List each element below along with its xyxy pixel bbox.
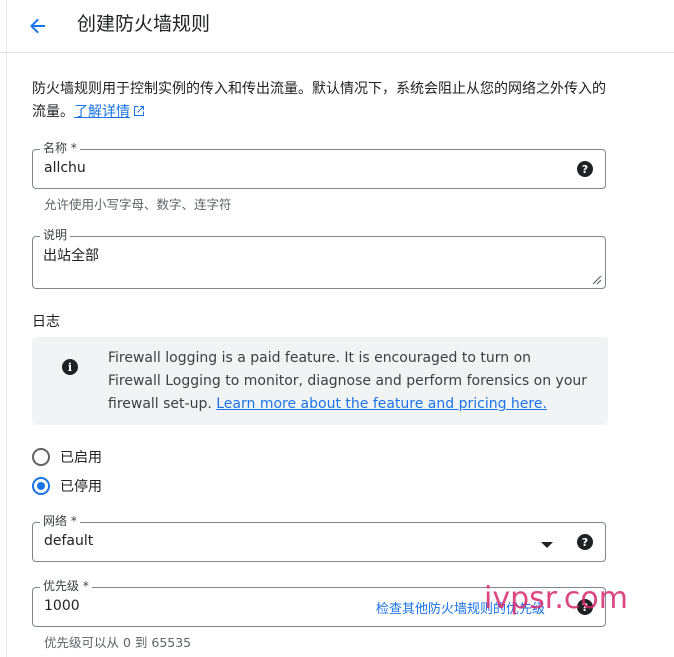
logs-heading: 日志 [32, 314, 60, 330]
learn-more-link[interactable]: 了解详情 [74, 104, 145, 120]
info-icon: i [62, 359, 78, 375]
dropdown-arrow-icon[interactable] [541, 542, 553, 548]
network-label: 网络 * [40, 513, 80, 529]
radio-checked-icon [32, 477, 50, 495]
priority-label: 优先级 * [40, 578, 92, 594]
priority-value: 1000 [44, 598, 80, 614]
logs-disabled-radio[interactable]: 已停用 [32, 476, 102, 496]
help-icon[interactable]: ? [577, 534, 593, 550]
name-label: 名称 * [40, 140, 80, 156]
back-button[interactable] [24, 12, 52, 40]
intro-text: 防火墙规则用于控制实例的传入和传出流量。默认情况下，系统会阻止从您的网络之外传入… [32, 78, 612, 124]
learn-more-label: 了解详情 [74, 104, 130, 120]
logging-info-text: Firewall logging is a paid feature. It i… [108, 347, 588, 416]
name-hint: 允许使用小写字母、数字、连字符 [44, 197, 232, 212]
radio-unchecked-icon [32, 448, 50, 466]
logs-disabled-label: 已停用 [60, 479, 102, 495]
network-value: default [44, 533, 94, 549]
priority-hint: 优先级可以从 0 到 65535 [44, 635, 192, 650]
resize-handle-icon[interactable] [592, 275, 602, 285]
logs-enabled-label: 已启用 [60, 450, 102, 466]
left-divider [6, 0, 7, 657]
arrow-back-icon [30, 18, 45, 34]
name-field[interactable]: 名称 * allchu ? [32, 140, 606, 189]
logging-info-box: i Firewall logging is a paid feature. It… [32, 337, 608, 425]
logs-enabled-radio[interactable]: 已启用 [32, 447, 102, 467]
name-value: allchu [44, 160, 86, 176]
description-field[interactable]: 说明 出站全部 [32, 227, 606, 289]
external-link-icon [134, 106, 144, 116]
page-title: 创建防火墙规则 [77, 13, 211, 35]
description-value: 出站全部 [43, 248, 99, 264]
network-select[interactable]: 网络 * default ? [32, 513, 606, 562]
logging-pricing-link[interactable]: Learn more about the feature and pricing… [216, 396, 547, 412]
help-icon[interactable]: ? [577, 161, 593, 177]
page-header: 创建防火墙规则 [0, 0, 674, 53]
description-label: 说明 [40, 227, 71, 243]
watermark-text: ivpsr.com [484, 581, 628, 616]
